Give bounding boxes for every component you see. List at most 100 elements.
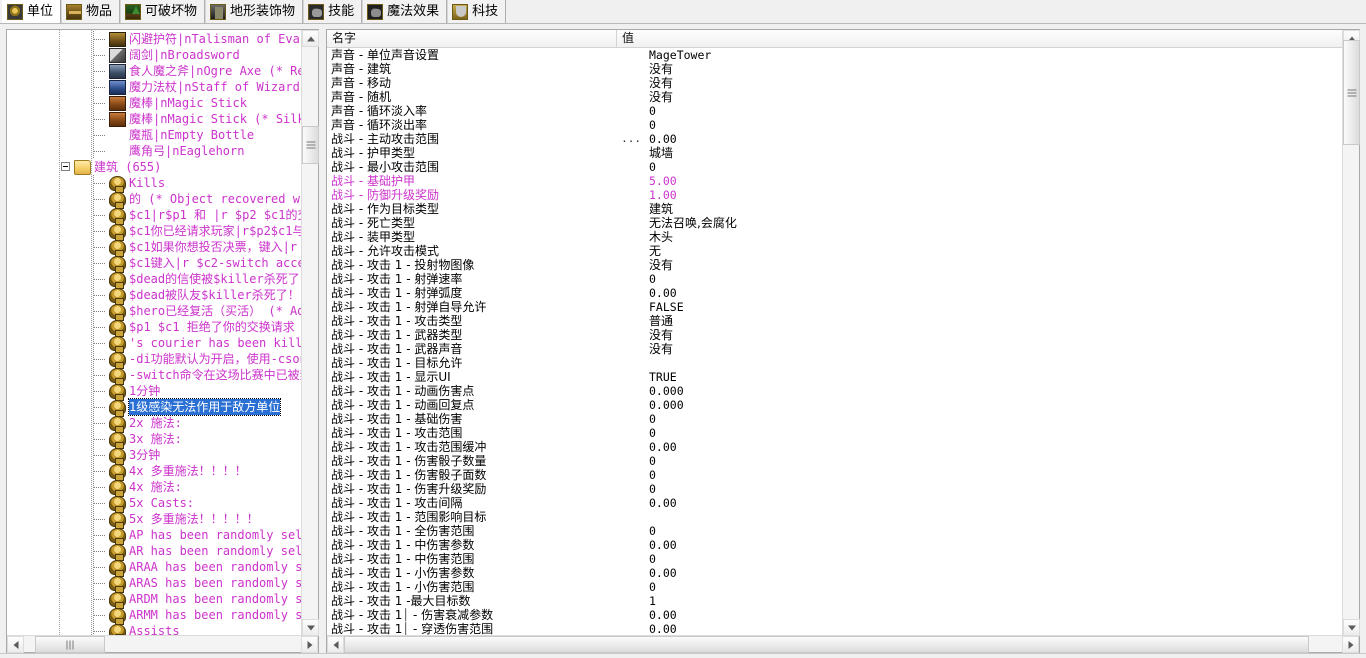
property-name-cell[interactable]: 战斗 - 攻击 1 - 伤害骰子面数 — [327, 468, 617, 482]
property-name-cell[interactable]: 战斗 - 攻击 1 - 武器声音 — [327, 342, 617, 356]
property-value-cell[interactable]: FALSE — [645, 300, 1335, 314]
property-row[interactable]: 战斗 - 作为目标类型 建筑 — [327, 202, 1343, 216]
column-header-value[interactable]: 值 — [617, 30, 1343, 47]
tree-item[interactable]: 魔力法杖|nStaff of Wizardry (* Si — [7, 79, 302, 95]
tree-item[interactable]: 阔剑|nBroadsword — [7, 47, 302, 63]
property-name-cell[interactable]: 战斗 - 攻击 1 - 攻击范围 — [327, 426, 617, 440]
property-row[interactable]: 战斗 - 攻击 1 - 伤害骰子面数 0 — [327, 468, 1343, 482]
grid-horizontal-scrollbar[interactable] — [327, 635, 1359, 653]
tree-item[interactable]: 's courier has been killed by — [7, 335, 302, 353]
property-name-cell[interactable]: 战斗 - 攻击 1 - 射弹速率 — [327, 272, 617, 286]
property-name-cell[interactable]: 战斗 - 攻击 1 - 动画伤害点 — [327, 384, 617, 398]
property-value-cell[interactable]: 没有 — [645, 76, 1335, 90]
property-name-cell[interactable]: 战斗 - 最小攻击范围 — [327, 160, 617, 174]
tree-item[interactable]: 闪避护符|nTalisman of Evasion (* — [7, 31, 302, 47]
property-row[interactable]: 战斗 - 攻击 1 - 动画回复点 0.000 — [327, 398, 1343, 412]
property-name-cell[interactable]: 战斗 - 护甲类型 — [327, 146, 617, 160]
tree-item[interactable]: 5x 多重施法！！！！！ — [7, 511, 302, 529]
tree-item-selected[interactable]: 1级感染无法作用于敌方单位 — [7, 398, 302, 417]
tree-collapse-toggle[interactable] — [59, 159, 74, 175]
property-row[interactable]: 战斗 - 攻击 1⏐ - 穿透伤害范围 0.00 — [327, 622, 1343, 636]
property-name-cell[interactable]: 战斗 - 攻击 1 - 投射物图像 — [327, 258, 617, 272]
property-name-cell[interactable]: 战斗 - 攻击 1 - 基础伤害 — [327, 412, 617, 426]
property-value-cell[interactable]: 0 — [645, 412, 1335, 426]
property-value-cell[interactable]: 0 — [645, 426, 1335, 440]
property-value-cell[interactable]: 没有 — [645, 90, 1335, 104]
tree-item[interactable]: 魔棒|nMagic Stick — [7, 95, 302, 111]
property-value-cell[interactable]: 0.00 — [645, 132, 1335, 146]
property-value-cell[interactable]: 没有 — [645, 62, 1335, 76]
property-row[interactable]: 战斗 - 攻击 1 - 射弹自导允许 FALSE — [327, 300, 1343, 314]
property-value-cell[interactable]: 0 — [645, 454, 1335, 468]
property-value-cell[interactable]: 0.00 — [645, 608, 1335, 622]
property-value-cell[interactable]: 没有 — [645, 328, 1335, 342]
property-row[interactable]: 声音 - 循环淡入率 0 — [327, 104, 1343, 118]
property-name-cell[interactable]: 战斗 - 攻击 1 - 伤害骰子数量 — [327, 454, 617, 468]
property-name-cell[interactable]: 战斗 - 攻击 1 - 射弹自导允许 — [327, 300, 617, 314]
property-row[interactable]: 战斗 - 攻击 1 - 中伤害参数 0.00 — [327, 538, 1343, 552]
property-name-cell[interactable]: 战斗 - 允许攻击模式 — [327, 244, 617, 258]
tree-item[interactable]: Kills — [7, 175, 302, 193]
property-row[interactable]: 战斗 - 攻击 1 - 攻击范围 0 — [327, 426, 1343, 440]
property-name-cell[interactable]: 战斗 - 攻击 1 - 中伤害范围 — [327, 552, 617, 566]
property-value-cell[interactable]: 0.00 — [645, 496, 1335, 510]
property-value-cell[interactable]: 没有 — [645, 342, 1335, 356]
property-value-cell[interactable]: 1 — [645, 594, 1335, 608]
grid-vertical-scrollbar[interactable] — [1342, 30, 1360, 636]
property-row[interactable]: 战斗 - 基础护甲 5.00 — [327, 174, 1343, 188]
property-value-cell[interactable]: 0 — [645, 468, 1335, 482]
property-value-cell[interactable]: TRUE — [645, 370, 1335, 384]
property-name-cell[interactable]: 声音 - 建筑 — [327, 62, 617, 76]
property-value-cell[interactable]: 普通 — [645, 314, 1335, 328]
property-value-cell[interactable]: 0.00 — [645, 286, 1335, 300]
tree-item[interactable]: 4x 施法: — [7, 479, 302, 497]
property-value-cell[interactable]: 无法召唤,会腐化 — [645, 216, 1335, 230]
property-value-cell[interactable]: 0 — [645, 118, 1335, 132]
property-row[interactable]: 战斗 - 攻击 1 - 武器声音 没有 — [327, 342, 1343, 356]
tree-item[interactable]: $c1如果你想投否决票，键入|r $c2-n — [7, 239, 302, 257]
property-name-cell[interactable]: 战斗 - 攻击 1 - 射弹弧度 — [327, 286, 617, 300]
property-ellipsis-button[interactable]: ... — [617, 132, 645, 146]
property-value-cell[interactable]: 建筑 — [645, 202, 1335, 216]
column-header-name[interactable]: 名字 — [327, 30, 617, 47]
property-row[interactable]: 战斗 - 攻击 1 - 全伤害范围 0 — [327, 524, 1343, 538]
tree-item[interactable]: 魔棒|nMagic Stick (* SilkObject ( — [7, 111, 302, 127]
property-value-cell[interactable]: 0 — [645, 552, 1335, 566]
tab-buff[interactable]: 魔法效果 — [362, 0, 448, 23]
property-row[interactable]: 战斗 - 攻击 1 - 中伤害范围 0 — [327, 552, 1343, 566]
property-value-cell[interactable]: 0.00 — [645, 566, 1335, 580]
tree-scroll-down-button[interactable] — [302, 619, 319, 636]
property-value-cell[interactable] — [645, 356, 1335, 370]
property-name-cell[interactable]: 声音 - 移动 — [327, 76, 617, 90]
property-value-cell[interactable]: 无 — [645, 244, 1335, 258]
tree-item[interactable]: $c1|r$p1 和 |r $p2 $c1的交换已经完 — [7, 207, 302, 225]
tree-item[interactable]: 2x 施法: — [7, 415, 302, 433]
grid-horizontal-scroll-thumb[interactable] — [344, 636, 1309, 653]
property-row[interactable]: 战斗 - 死亡类型 无法召唤,会腐化 — [327, 216, 1343, 230]
property-value-cell[interactable]: 0.00 — [645, 440, 1335, 454]
property-value-cell[interactable]: 0 — [645, 580, 1335, 594]
tree-item[interactable]: 建筑 (655) — [7, 159, 302, 175]
property-row[interactable]: 战斗 - 主动攻击范围... 0.00 — [327, 132, 1343, 146]
property-name-cell[interactable]: 战斗 - 攻击 1 - 范围影响目标 — [327, 510, 617, 524]
tree-vertical-scroll-thumb[interactable] — [302, 126, 319, 164]
property-row[interactable]: 声音 - 建筑 没有 — [327, 62, 1343, 76]
tree-item[interactable]: 鹰角弓|nEaglehorn — [7, 143, 302, 159]
property-row[interactable]: 战斗 - 攻击 1 - 攻击范围缓冲 0.00 — [327, 440, 1343, 454]
property-value-cell[interactable]: 1.00 — [645, 188, 1335, 202]
property-value-cell[interactable]: 没有 — [645, 258, 1335, 272]
property-name-cell[interactable]: 战斗 - 攻击 1 - 中伤害参数 — [327, 538, 617, 552]
tree-item[interactable]: $dead被队友$killer杀死了！ — [7, 287, 302, 305]
property-row[interactable]: 战斗 - 攻击 1 - 射弹弧度 0.00 — [327, 286, 1343, 300]
property-name-cell[interactable]: 战斗 - 攻击 1 -最大目标数 — [327, 594, 617, 608]
property-row[interactable]: 战斗 - 攻击 1 -最大目标数 1 — [327, 594, 1343, 608]
property-name-cell[interactable]: 战斗 - 基础护甲 — [327, 174, 617, 188]
property-name-cell[interactable]: 战斗 - 攻击 1 - 伤害升级奖励 — [327, 482, 617, 496]
property-name-cell[interactable]: 战斗 - 攻击 1 - 攻击范围缓冲 — [327, 440, 617, 454]
property-row[interactable]: 声音 - 单位声音设置 MageTower — [327, 48, 1343, 62]
property-row[interactable]: 战斗 - 最小攻击范围 0 — [327, 160, 1343, 174]
property-name-cell[interactable]: 战斗 - 死亡类型 — [327, 216, 617, 230]
property-value-cell[interactable]: 城墙 — [645, 146, 1335, 160]
property-row[interactable]: 战斗 - 攻击 1 - 伤害骰子数量 0 — [327, 454, 1343, 468]
property-name-cell[interactable]: 战斗 - 攻击 1 - 攻击类型 — [327, 314, 617, 328]
